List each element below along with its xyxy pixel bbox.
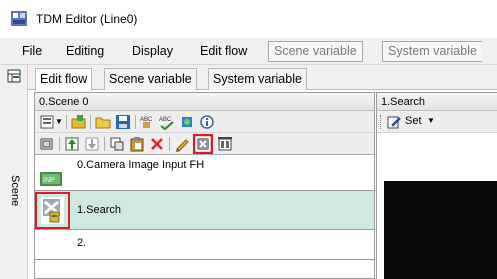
tab-scene-variable[interactable]: Scene variable [104, 68, 197, 90]
app-icon [11, 11, 27, 26]
scene-side-strip: Scene [0, 65, 28, 279]
tab-bar: Edit flow Scene variable System variable [28, 65, 497, 91]
spellcheck-icon[interactable]: ABC [159, 114, 175, 130]
scene-side-label[interactable]: Scene [9, 175, 21, 206]
properties-panel-header: 1.Search [377, 93, 497, 111]
menu-editing[interactable]: Editing [66, 44, 104, 58]
properties-panel: 1.Search Set ▼ [376, 92, 497, 279]
info-icon[interactable] [199, 114, 215, 130]
camera-input-icon: INP [40, 172, 62, 186]
list-item[interactable]: 1.Search [35, 191, 374, 230]
set-button[interactable]: Set [405, 115, 422, 127]
menu-edit-flow[interactable]: Edit flow [200, 44, 247, 58]
highlight-box [35, 192, 70, 229]
tab-system-variable[interactable]: System variable [208, 68, 307, 90]
dropdown-arrow-icon[interactable]: ▼ [55, 117, 63, 133]
chevron-down-icon[interactable]: ▼ [427, 116, 435, 125]
close-box-icon[interactable] [193, 134, 213, 154]
window-title: TDM Editor (Line0) [36, 12, 138, 26]
flow-toolbar-top: ▼ ABC ABC [35, 111, 374, 133]
spellcheck-icon[interactable]: ABC [140, 114, 156, 130]
new-icon[interactable] [39, 114, 55, 130]
flow-panel: 0.Scene 0 ▼ ABC ABC INP 0.Camera Image I… [34, 92, 375, 279]
flow-item-label: 1.Search [77, 204, 122, 216]
flow-toolbar-bottom [35, 133, 374, 155]
menu-system-variable[interactable]: System variable [382, 41, 482, 62]
tab-edit-flow[interactable]: Edit flow [35, 68, 93, 91]
svg-text:ABC: ABC [159, 117, 172, 123]
flow-list: INP 0.Camera Image Input FH 1.Search 2. [35, 156, 374, 279]
property-icon[interactable] [217, 136, 233, 152]
flow-item-label: 2. [77, 237, 87, 249]
menu-bar: File Editing Display Edit flow Scene var… [0, 38, 497, 65]
menu-scene-variable[interactable]: Scene variable [268, 41, 363, 62]
paste-icon[interactable] [129, 136, 145, 152]
set-icon[interactable] [387, 115, 401, 129]
move-icon[interactable] [64, 136, 80, 152]
image-display-area [384, 181, 497, 279]
scene-strip-icon[interactable] [7, 69, 21, 83]
menu-display[interactable]: Display [132, 44, 173, 58]
save-icon[interactable] [115, 114, 131, 130]
settings-icon[interactable] [179, 114, 195, 130]
title-bar: TDM Editor (Line0) [0, 0, 497, 38]
toolbar-grip[interactable] [380, 115, 382, 129]
properties-toolbar: Set ▼ [377, 111, 497, 133]
delete-icon[interactable] [149, 136, 165, 152]
menu-file[interactable]: File [22, 44, 42, 58]
flow-item-label: 0.Camera Image Input FH [77, 159, 205, 171]
move-icon[interactable] [84, 136, 100, 152]
svg-text:INP: INP [43, 177, 55, 184]
copy-icon[interactable] [39, 136, 55, 152]
open-folder-icon[interactable] [71, 114, 87, 130]
cut-icon[interactable] [109, 136, 125, 152]
open-folder-icon[interactable] [95, 114, 111, 130]
edit-icon[interactable] [174, 136, 190, 152]
list-item[interactable]: 2. [35, 230, 374, 260]
flow-panel-header: 0.Scene 0 [35, 93, 374, 111]
list-item[interactable]: INP 0.Camera Image Input FH [35, 156, 374, 191]
